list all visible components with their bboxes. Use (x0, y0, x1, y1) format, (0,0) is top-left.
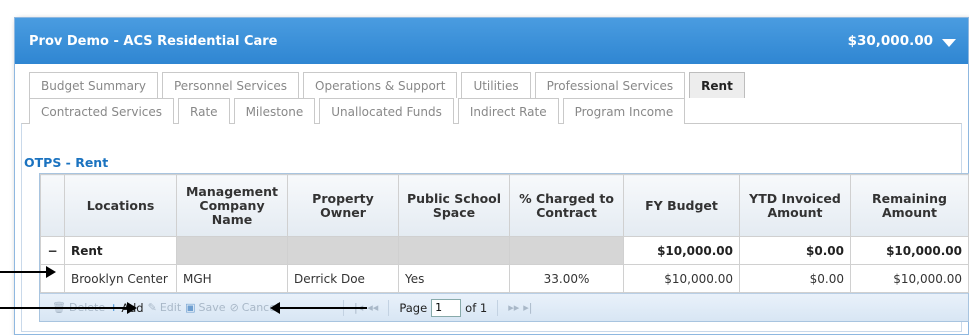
col-expander (40, 174, 65, 237)
rent-grid: Locations Management Company Name Proper… (39, 173, 969, 322)
group-label: Rent (64, 236, 177, 265)
save-button[interactable]: ▣ Save (185, 301, 225, 314)
cell-fy-budget[interactable]: $10,000.00 (623, 264, 740, 293)
prev-page-button[interactable]: ◂◂ (367, 301, 378, 314)
cell-owner[interactable]: Derrick Doe (287, 264, 399, 293)
edit-button[interactable]: ✎ Edit (148, 301, 182, 314)
tab-contracted-services[interactable]: Contracted Services (29, 98, 175, 124)
collapse-icon[interactable]: − (40, 236, 65, 265)
col-fy-budget[interactable]: FY Budget (623, 174, 740, 237)
caret-down-icon[interactable] (942, 38, 956, 47)
next-page-button[interactable]: ▸▸ (508, 301, 519, 314)
cell-location[interactable]: Brooklyn Center (64, 264, 177, 293)
annotation-arrow (0, 266, 56, 278)
annotation-arrow (270, 302, 367, 314)
tab-indirect-rate[interactable]: Indirect Rate (457, 98, 559, 124)
cancel-icon: ⊘ (229, 301, 239, 314)
tab-program-income[interactable]: Program Income (562, 98, 686, 124)
group-empty-cell (509, 236, 624, 265)
tab-professional-services[interactable]: Professional Services (534, 72, 686, 98)
tab-rent[interactable]: Rent (689, 72, 745, 98)
header-row: Locations Management Company Name Proper… (40, 174, 969, 237)
panel-title: Prov Demo - ACS Residential Care (29, 33, 278, 49)
save-label: Save (198, 301, 226, 314)
col-locations[interactable]: Locations (64, 174, 177, 237)
tabs-row-1: Budget Summary Personnel Services Operat… (29, 72, 745, 98)
cell-remaining[interactable]: $10,000.00 (850, 264, 969, 293)
cell-pct[interactable]: 33.00% (509, 264, 624, 293)
pencil-icon: ✎ (147, 301, 157, 314)
section-title: OTPS - Rent (24, 155, 109, 170)
col-management-company[interactable]: Management Company Name (176, 174, 288, 237)
tab-operations-support[interactable]: Operations & Support (303, 72, 458, 98)
table-row[interactable]: Brooklyn Center MGH Derrick Doe Yes 33.0… (40, 264, 969, 293)
last-page-button[interactable]: ▸| (523, 301, 532, 314)
page-label: Page (399, 300, 428, 315)
col-public-school-space[interactable]: Public School Space (398, 174, 510, 237)
col-pct-charged[interactable]: % Charged to Contract (509, 174, 624, 237)
disk-icon: ▣ (185, 301, 196, 314)
group-fy-budget: $10,000.00 (623, 236, 740, 265)
group-empty-cell (176, 236, 288, 265)
tab-personnel-services[interactable]: Personnel Services (161, 72, 300, 98)
col-ytd-invoiced[interactable]: YTD Invoiced Amount (739, 174, 851, 237)
rent-table: Locations Management Company Name Proper… (40, 174, 969, 293)
tabs-row-2: Contracted Services Rate Milestone Unall… (29, 98, 686, 124)
group-row-rent: − Rent $10,000.00 $0.00 $10,000.00 (40, 236, 969, 265)
budget-panel: Prov Demo - ACS Residential Care $30,000… (14, 17, 969, 335)
group-empty-cell (287, 236, 399, 265)
col-property-owner[interactable]: Property Owner (287, 174, 399, 237)
edit-label: Edit (159, 301, 182, 314)
tab-utilities[interactable]: Utilities (461, 72, 531, 98)
pager-divider (497, 299, 499, 316)
group-ytd: $0.00 (739, 236, 851, 265)
panel-amount-wrap[interactable]: $30,000.00 (848, 33, 956, 49)
cell-mgmt[interactable]: MGH (176, 264, 288, 293)
tab-budget-summary[interactable]: Budget Summary (29, 72, 158, 98)
tab-rate[interactable]: Rate (178, 98, 230, 124)
group-remaining: $10,000.00 (850, 236, 969, 265)
pager-divider (388, 299, 390, 316)
panel-header[interactable]: Prov Demo - ACS Residential Care $30,000… (15, 18, 968, 64)
cell-ytd[interactable]: $0.00 (739, 264, 851, 293)
page-count: of 1 (465, 300, 488, 315)
tab-milestone[interactable]: Milestone (233, 98, 316, 124)
cell-school[interactable]: Yes (398, 264, 510, 293)
annotation-arrow (0, 302, 137, 314)
grid-toolbar: 🗑Delete +Add ✎Edit ▣Save ⊘Cancel |◂ ◂◂ P… (40, 293, 968, 321)
page-input[interactable] (431, 298, 462, 317)
tab-unallocated-funds[interactable]: Unallocated Funds (319, 98, 454, 124)
panel-amount: $30,000.00 (847, 33, 933, 49)
col-remaining[interactable]: Remaining Amount (850, 174, 969, 237)
group-empty-cell (398, 236, 510, 265)
